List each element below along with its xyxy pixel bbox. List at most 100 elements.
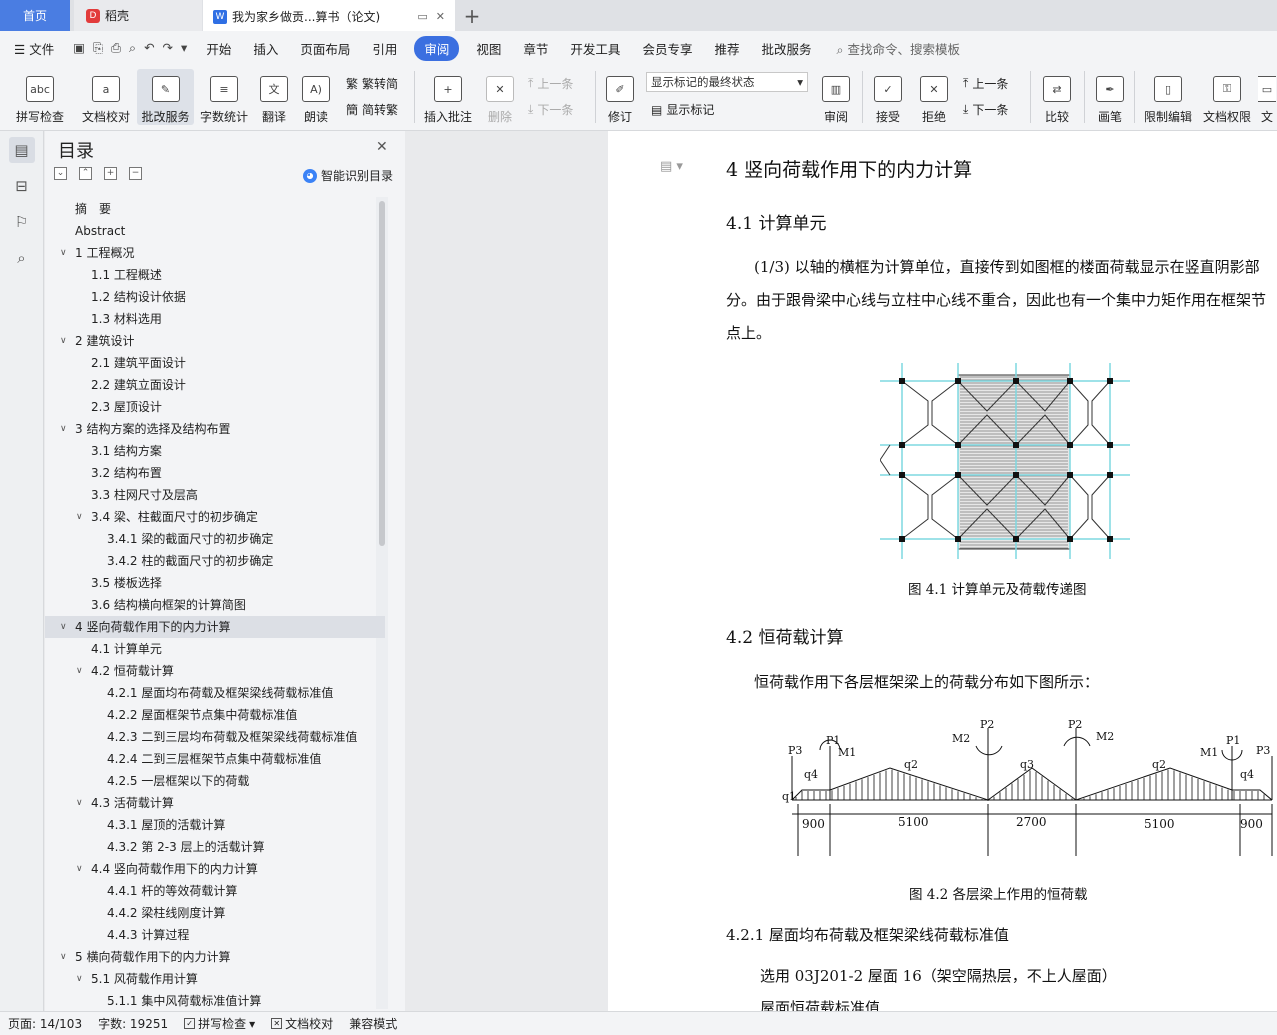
toc-item[interactable]: 3.1 结构方案 (45, 440, 385, 462)
toc-item[interactable]: 4.4.3 计算过程 (45, 924, 385, 946)
toc-item[interactable]: 1.3 材料选用 (45, 308, 385, 330)
reject-button[interactable]: ✕ 拒绝 (914, 69, 954, 125)
toc-item[interactable]: 2.3 屋顶设计 (45, 396, 385, 418)
smart-toc-button[interactable]: ◕ 智能识别目录 (303, 167, 393, 184)
pen-button[interactable]: ✒ 画笔 (1090, 69, 1130, 125)
toc-item[interactable]: 4.2.4 二到三层框架节点集中荷载标准值 (45, 748, 385, 770)
toc-item[interactable]: ∨ 4.4 竖向荷载作用下的内力计算 (45, 858, 385, 880)
prev-revision-button[interactable]: ⤒ 上一条 (963, 75, 1008, 92)
tab-document[interactable]: W 我为家乡做贡...算书（论文) ▭ ✕ (203, 0, 455, 31)
undo-icon[interactable]: ↶ (144, 40, 154, 56)
spell-check-button[interactable]: abc 拼写检查 (8, 69, 72, 125)
window-restore-icon[interactable]: ▭ (417, 10, 427, 23)
word-count-button[interactable]: ≡ 字数统计 (196, 69, 252, 125)
tab-daoke[interactable]: D 稻壳 (74, 0, 202, 31)
review-pane-button[interactable]: ▥ 审阅 (816, 69, 856, 125)
translate-button[interactable]: 文翻译 (254, 69, 294, 125)
toc-item[interactable]: 4.3.1 屋顶的活载计算 (45, 814, 385, 836)
search-panel-icon[interactable]: ⌕ (9, 245, 35, 271)
toc-item[interactable]: 4.2.2 屋面框架节点集中荷载标准值 (45, 704, 385, 726)
trad-to-simp-button[interactable]: 繁繁转简 (346, 75, 398, 92)
toc-item[interactable]: ∨ 2 建筑设计 (45, 330, 385, 352)
menu-item-correction[interactable]: 批改服务 (750, 39, 822, 58)
toc-item[interactable]: 摘 要 (45, 198, 385, 220)
toc-item[interactable]: 4.3.2 第 2-3 层上的活载计算 (45, 836, 385, 858)
toc-item[interactable]: ∨ 3.4 梁、柱截面尺寸的初步确定 (45, 506, 385, 528)
new-tab-button[interactable]: + (460, 0, 484, 31)
word-count-indicator[interactable]: 字数: 19251 (90, 1015, 176, 1032)
correction-service-button[interactable]: ✎ 批改服务 (137, 69, 194, 125)
export-icon[interactable]: ⎘ (93, 40, 103, 56)
toc-item[interactable]: ∨ 5 横向荷载作用下的内力计算 (45, 946, 385, 968)
menu-item-view[interactable]: 视图 (465, 39, 512, 58)
menu-item-devtools[interactable]: 开发工具 (559, 39, 631, 58)
print-icon[interactable]: ⎙ (111, 40, 121, 56)
tab-home[interactable]: 首页 (0, 0, 70, 31)
menu-item-member[interactable]: 会员专享 (631, 39, 703, 58)
accept-button[interactable]: ✓ 接受 (868, 69, 908, 125)
toc-item[interactable]: 2.1 建筑平面设计 (45, 352, 385, 374)
toc-item[interactable]: 4.2.3 二到三层均布荷载及框架梁线荷载标准值 (45, 726, 385, 748)
next-revision-button[interactable]: ⤓ 下一条 (963, 101, 1008, 118)
menu-item-layout[interactable]: 页面布局 (289, 39, 361, 58)
menu-item-reference[interactable]: 引用 (361, 39, 408, 58)
chevron-down-icon[interactable]: ∨ (60, 330, 67, 352)
toc-item[interactable]: ∨ 4.2 恒荷载计算 (45, 660, 385, 682)
toc-item[interactable]: 1.2 结构设计依据 (45, 286, 385, 308)
remove-level-icon[interactable]: − (129, 167, 142, 180)
menu-item-review[interactable]: 审阅 (414, 35, 460, 61)
toc-panel-icon[interactable]: ▤ (8, 137, 35, 163)
toc-item[interactable]: ∨ 1 工程概况 (45, 242, 385, 264)
add-level-icon[interactable]: + (104, 167, 117, 180)
compare-button[interactable]: ⇄ 比较 (1036, 69, 1078, 125)
status-spell-check[interactable]: ✓ 拼写检查 ▾ (176, 1015, 263, 1032)
insert-comment-button[interactable]: + 插入批注 (420, 69, 476, 125)
toc-item[interactable]: 3.4.2 柱的截面尺寸的初步确定 (45, 550, 385, 572)
toc-item[interactable]: 1.1 工程概述 (45, 264, 385, 286)
show-marks-button[interactable]: ▤ 显示标记 (651, 101, 714, 118)
toc-item[interactable]: 4.1 计算单元 (45, 638, 385, 660)
toc-item[interactable]: 4.2.5 一层框架以下的荷载 (45, 770, 385, 792)
preview-icon[interactable]: ⌕ (129, 40, 136, 56)
collapse-all-icon[interactable]: ⌄ (54, 167, 67, 180)
close-icon[interactable]: ✕ (376, 139, 388, 155)
bookmark-icon[interactable]: ⚐ (9, 209, 35, 235)
chevron-down-icon[interactable]: ∨ (60, 418, 67, 440)
redo-icon[interactable]: ↷ (163, 40, 173, 56)
toc-item[interactable]: 2.2 建筑立面设计 (45, 374, 385, 396)
chevron-down-icon[interactable]: ∨ (76, 792, 83, 814)
toc-item[interactable]: 3.3 柱网尺寸及层高 (45, 484, 385, 506)
toc-item[interactable]: 5.1.1 集中风荷载标准值计算 (45, 990, 385, 1012)
toc-item[interactable]: ∨ 5.1 风荷载作用计算 (45, 968, 385, 990)
restrict-edit-button[interactable]: ▯ 限制编辑 (1140, 69, 1196, 125)
status-doc-proof[interactable]: ✕ 文档校对 (263, 1015, 341, 1032)
next-comment-button[interactable]: ⤓ 下一条 (528, 101, 573, 118)
delete-comment-button[interactable]: ✕ 删除 (480, 69, 520, 125)
read-aloud-button[interactable]: A) 朗读 (297, 69, 335, 125)
markup-state-select[interactable]: 显示标记的最终状态 ▾ (646, 72, 808, 92)
toc-item[interactable]: 4.4.2 梁柱线刚度计算 (45, 902, 385, 924)
chevron-down-icon[interactable]: ∨ (76, 506, 83, 528)
simp-to-trad-button[interactable]: 簡简转繁 (346, 101, 398, 118)
toc-item[interactable]: 3.4.1 梁的截面尺寸的初步确定 (45, 528, 385, 550)
prev-comment-button[interactable]: ⤒ 上一条 (528, 75, 573, 92)
toc-item[interactable]: ∨ 4.3 活荷载计算 (45, 792, 385, 814)
menu-item-chapter[interactable]: 章节 (512, 39, 559, 58)
toc-item[interactable]: 3.2 结构布置 (45, 462, 385, 484)
chevron-down-icon[interactable]: ∨ (60, 616, 67, 638)
doc-proof-button[interactable]: a 文档校对 (76, 69, 136, 125)
close-tab-icon[interactable]: ✕ (436, 10, 445, 23)
page-indicator[interactable]: 页面: 14/103 (0, 1015, 90, 1032)
menu-item-insert[interactable]: 插入 (242, 39, 289, 58)
command-search[interactable]: ⌕ 查找命令、搜索模板 (836, 39, 960, 58)
toc-item[interactable]: ∨ 4 竖向荷载作用下的内力计算 (45, 616, 385, 638)
doc-permission-button[interactable]: ⚿ 文档权限 (1199, 69, 1255, 125)
chevron-down-icon[interactable]: ∨ (76, 968, 83, 990)
menu-file[interactable]: ☰ 文件 (0, 39, 65, 58)
expand-up-icon[interactable]: ⌃ (79, 167, 92, 180)
chevron-down-icon[interactable]: ∨ (76, 660, 83, 682)
more-down-icon[interactable]: ▾ (181, 40, 187, 56)
chevron-down-icon[interactable]: ∨ (60, 242, 67, 264)
toc-item[interactable]: 3.6 结构横向框架的计算简图 (45, 594, 385, 616)
toc-item[interactable]: 3.5 楼板选择 (45, 572, 385, 594)
